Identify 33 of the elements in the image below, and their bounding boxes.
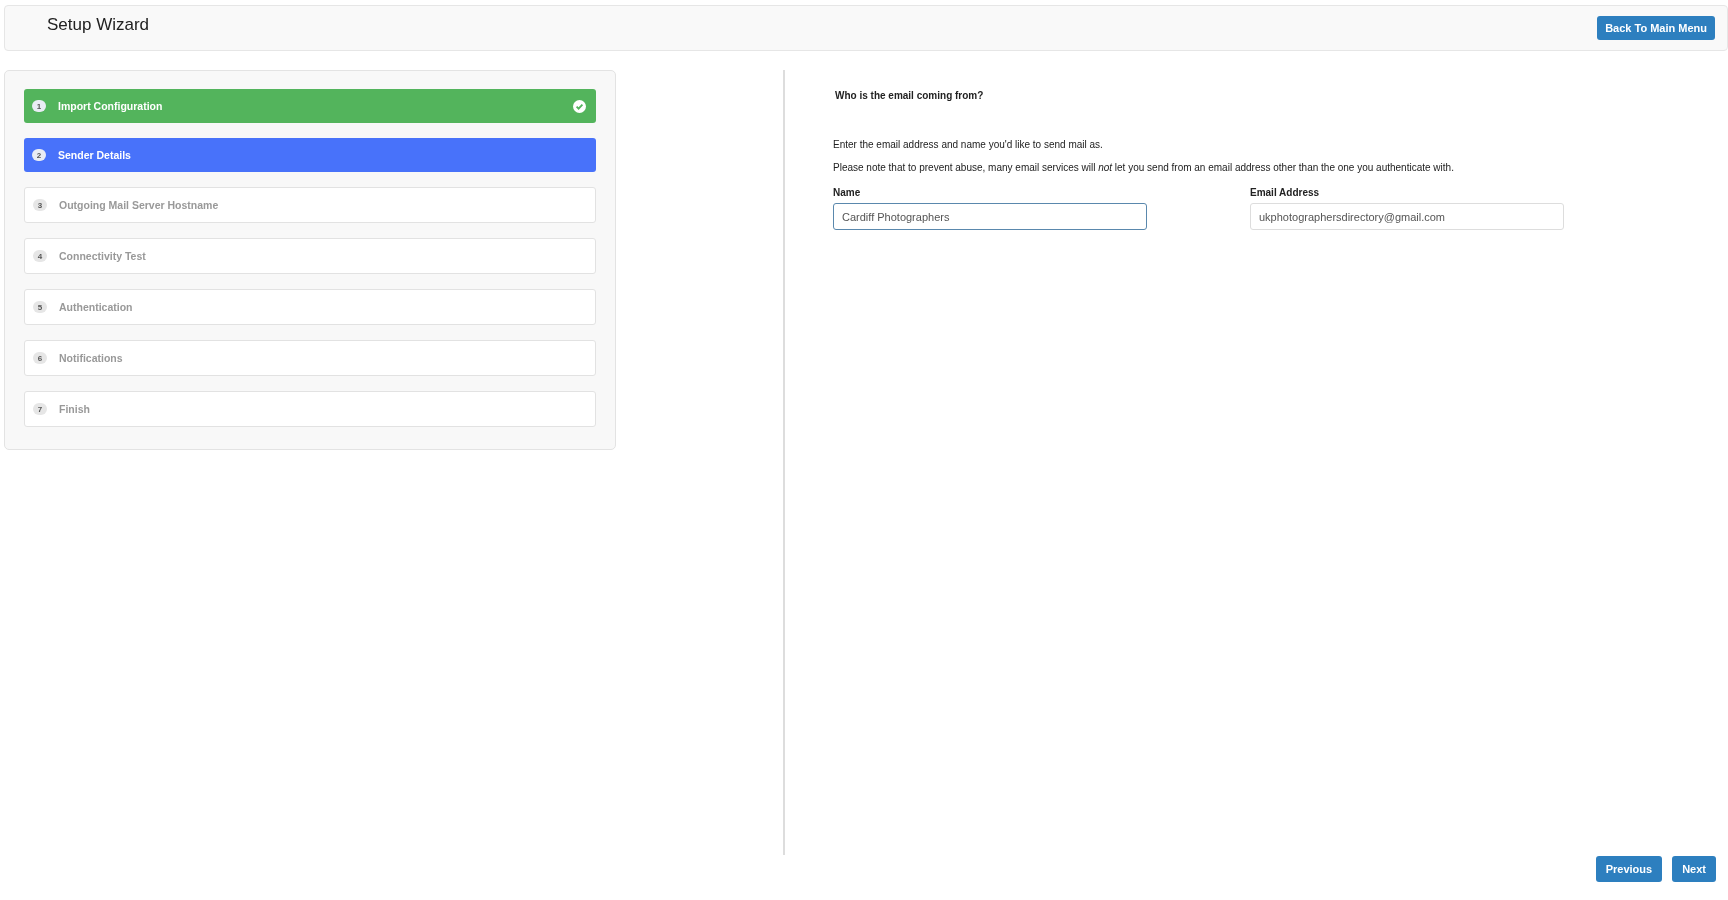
step-number: 4 [33,250,47,262]
step-label: Outgoing Mail Server Hostname [59,199,220,211]
step-label: Import Configuration [58,100,164,112]
wizard-step[interactable]: 1 Import Configuration [24,89,596,123]
step-label: Connectivity Test [59,250,147,262]
field-label: Name [833,187,862,198]
note-text: Please note that to prevent abuse, many email services will not let you send from an email address other than the one you authenticate with. [833,162,1455,173]
step-number: 1 [32,100,46,112]
input-field[interactable]: ukphotographersdirectory@gmail.com [1250,203,1564,230]
wizard-step[interactable]: 5 Authentication [24,289,596,325]
step-number: 6 [33,352,47,364]
section-heading: Who is the email coming from? [835,90,985,101]
step-label: Finish [59,403,91,415]
nav-button[interactable]: Next [1672,856,1716,882]
wizard-step[interactable]: 2 Sender Details [24,138,596,172]
page-title: Setup Wizard [47,15,150,35]
wizard-step[interactable]: 7 Finish [24,391,596,427]
check-icon [573,99,586,113]
step-number: 5 [33,301,47,313]
step-label: Authentication [59,301,134,313]
input-field[interactable]: Cardiff Photographers [833,203,1147,230]
intro-text: Enter the email address and name you'd like to send mail as. [833,139,1104,150]
step-number: 2 [32,149,46,161]
wizard-step[interactable]: 6 Notifications [24,340,596,376]
wizard-step[interactable]: 4 Connectivity Test [24,238,596,274]
field-label: Email Address [1250,187,1321,198]
back-to-main-menu-button[interactable]: Back To Main Menu [1597,16,1715,40]
step-label: Notifications [59,352,124,364]
nav-button[interactable]: Previous [1595,856,1663,882]
step-number: 3 [33,199,47,211]
step-number: 7 [33,403,47,415]
step-label: Sender Details [58,149,132,161]
wizard-step[interactable]: 3 Outgoing Mail Server Hostname [24,187,596,223]
